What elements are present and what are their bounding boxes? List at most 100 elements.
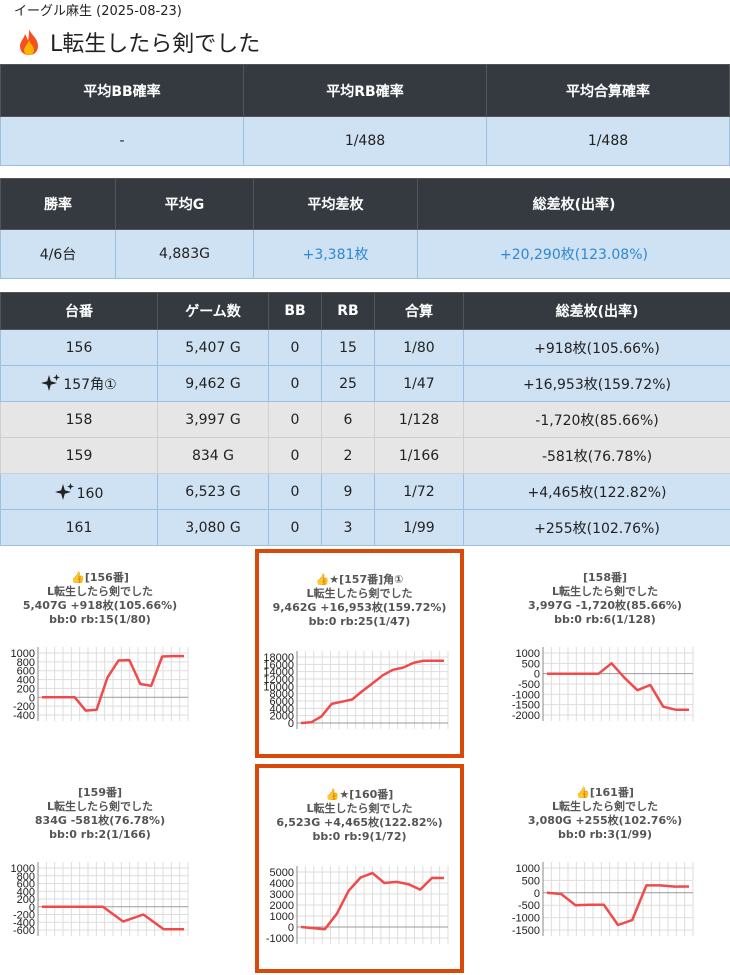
games-cell: 5,407 G <box>157 329 269 366</box>
machine-no-cell-text: 161 <box>65 519 93 536</box>
chart-card[interactable]: 18000 16000 14000 12000 10000 8000 6000 4000 200… <box>255 549 464 758</box>
total-cell-text: 1/47 <box>403 375 435 392</box>
y-tick-label: 0 <box>288 718 294 730</box>
rb-cell-text: 6 <box>343 411 353 428</box>
chart-caption: 👍★[157番]角① L転生したら剣でした 9,462G +16,953枚(159.… <box>259 573 460 629</box>
chart-caption-line: 3,997G -1,720枚(85.66%) <box>528 599 682 612</box>
header-machine-no: 台番 <box>0 292 158 330</box>
chart-card[interactable]: 1000 800 600 400 200 0 -200 -400 -600 [159番] L転生した… <box>0 762 200 962</box>
games-cell-text: 3,997 G <box>185 411 241 428</box>
bb-cell: 0 <box>268 473 322 510</box>
rb-cell: 25 <box>321 365 375 402</box>
chart-caption-line: 👍[156番] <box>71 571 129 584</box>
y-tick-label: -400 <box>13 710 35 722</box>
header-total-diff: 総差枚(出率) <box>417 178 730 230</box>
chart-caption-line: L転生したら剣でした <box>551 800 658 813</box>
machine-no-cell: 159 <box>0 437 158 474</box>
bb-cell: 0 <box>268 437 322 474</box>
avg-games-value: 4,883G <box>115 229 254 279</box>
bb-cell: 0 <box>268 401 322 438</box>
table-row: 161 3,080 G 0 3 1/99 +255枚(102.76%) <box>0 509 730 546</box>
sparkle-icon <box>41 374 61 391</box>
games-cell-text: 9,462 G <box>185 375 241 392</box>
games-cell: 834 G <box>157 437 269 474</box>
rb-cell-text: 2 <box>343 447 353 464</box>
rb-cell-text: 25 <box>339 375 357 392</box>
total-diff-value: +20,290枚(123.08%) <box>417 229 730 279</box>
diff-cell: -581枚(76.78%) <box>463 437 730 474</box>
diff-cell: +918枚(105.66%) <box>463 329 730 366</box>
result-summary-table: 勝率 平均G 平均差枚 総差枚(出率) 4/6台 4,883G +3,381枚 … <box>0 178 730 279</box>
games-cell-text: 5,407 G <box>185 339 241 356</box>
rb-cell-text: 3 <box>343 519 353 536</box>
sparkle-icon <box>54 482 74 500</box>
chart-caption-line: [159番] <box>77 786 123 799</box>
games-cell: 6,523 G <box>157 473 269 510</box>
title-text: L転生したら剣でした <box>50 32 261 57</box>
chart-card[interactable]: 5000 4000 3000 2000 1000 0 -1000 👍★[160番] L転生したら… <box>255 764 464 973</box>
table-row: 157角① 9,462 G 0 25 1/47 +16,953枚(159.72%) <box>0 365 730 402</box>
table-row: 159 834 G 0 2 1/166 -581枚(76.78%) <box>0 437 730 474</box>
store-date: イーグル麻生 (2025-08-23) <box>14 4 182 19</box>
header-avg-diff: 平均差枚 <box>253 178 418 230</box>
chart-caption-line: L転生したら剣でした <box>46 585 153 598</box>
chart-caption-line: 6,523G +4,465枚(122.82%) <box>276 816 443 829</box>
total-cell: 1/80 <box>374 329 464 366</box>
bb-cell-text: 0 <box>290 447 300 464</box>
header-avg-bb: 平均BB確率 <box>0 64 244 117</box>
rb-cell-text: 9 <box>343 483 353 500</box>
machine-no-cell-text: 156 <box>65 339 93 356</box>
chart-caption-line: L転生したら剣でした <box>306 587 413 600</box>
total-cell: 1/72 <box>374 473 464 510</box>
machine-no-cell-text: 160 <box>76 485 104 502</box>
machine-no-cell-text: 157角① <box>63 377 117 393</box>
fire-icon <box>20 29 38 55</box>
total-cell: 1/166 <box>374 437 464 474</box>
header-diff: 総差枚(出率) <box>463 292 730 330</box>
total-cell: 1/128 <box>374 401 464 438</box>
avg-rb-value: 1/488 <box>243 116 487 166</box>
header-bb: BB <box>268 292 322 330</box>
chart-caption-line: [158番] <box>582 571 628 584</box>
bb-cell: 0 <box>268 365 322 402</box>
chart-caption-line: 9,462G +16,953枚(159.72%) <box>272 601 447 614</box>
chart-caption-line: 👍[161番] <box>576 786 634 799</box>
page-title: L転生したら剣でした <box>16 26 260 58</box>
chart-caption-line: L転生したら剣でした <box>46 800 153 813</box>
diff-cell-text: -581枚(76.78%) <box>541 448 653 465</box>
games-cell-text: 834 G <box>191 447 235 464</box>
games-cell: 9,462 G <box>157 365 269 402</box>
total-cell-text: 1/128 <box>398 411 440 428</box>
rb-cell: 3 <box>321 509 375 546</box>
y-tick-label: -600 <box>13 925 35 937</box>
machine-table: 台番 ゲーム数 BB RB 合算 総差枚(出率) 156 5,407 G 0 15 1/… <box>0 292 730 546</box>
chart-caption-line: 👍★[160番] <box>325 788 394 801</box>
games-cell: 3,997 G <box>157 401 269 438</box>
win-rate-value: 4/6台 <box>0 229 116 279</box>
chart-card[interactable]: 1000 800 600 400 200 0 -200 -400 👍[156番] L転生したら剣で… <box>0 547 200 747</box>
chart-caption-line: L転生したら剣でした <box>551 585 658 598</box>
bb-cell-text: 0 <box>290 483 300 500</box>
chart-caption-line: bb:0 rb:3(1/99) <box>557 828 652 841</box>
total-cell: 1/99 <box>374 509 464 546</box>
chart-caption-line: 5,407G +918枚(105.66%) <box>22 599 178 612</box>
avg-bb-value: - <box>0 116 244 166</box>
y-tick-label: -500 <box>518 900 540 912</box>
chart-caption: 👍[156番] L転生したら剣でした 5,407G +918枚(105.66%) bb… <box>0 571 200 627</box>
header-total: 合算 <box>374 292 464 330</box>
chart-card[interactable]: 1000 500 0 -500 -1000 -1500 -2000 [158番] L転生したら剣… <box>505 547 705 747</box>
bb-cell: 0 <box>268 329 322 366</box>
y-tick-label: 500 <box>522 875 540 887</box>
chart-card[interactable]: 1000 500 0 -500 -1000 -1500 👍[161番] L転生したら剣でした 3… <box>505 762 705 962</box>
header-win-rate: 勝率 <box>0 178 116 230</box>
probability-summary-table: 平均BB確率 平均RB確率 平均合算確率 - 1/488 1/488 <box>0 64 730 166</box>
chart-caption-line: bb:0 rb:15(1/80) <box>49 613 151 626</box>
chart-caption: 👍[161番] L転生したら剣でした 3,080G +255枚(102.76%) bb… <box>505 786 705 842</box>
diff-cell: +255枚(102.76%) <box>463 509 730 546</box>
games-cell-text: 6,523 G <box>185 483 241 500</box>
page-header: イーグル麻生 (2025-08-23) L転生したら剣でした <box>0 0 730 64</box>
header-games: ゲーム数 <box>157 292 269 330</box>
chart-caption-line: bb:0 rb:2(1/166) <box>49 828 151 841</box>
rb-cell: 2 <box>321 437 375 474</box>
y-tick-label: -1000 <box>266 933 294 945</box>
